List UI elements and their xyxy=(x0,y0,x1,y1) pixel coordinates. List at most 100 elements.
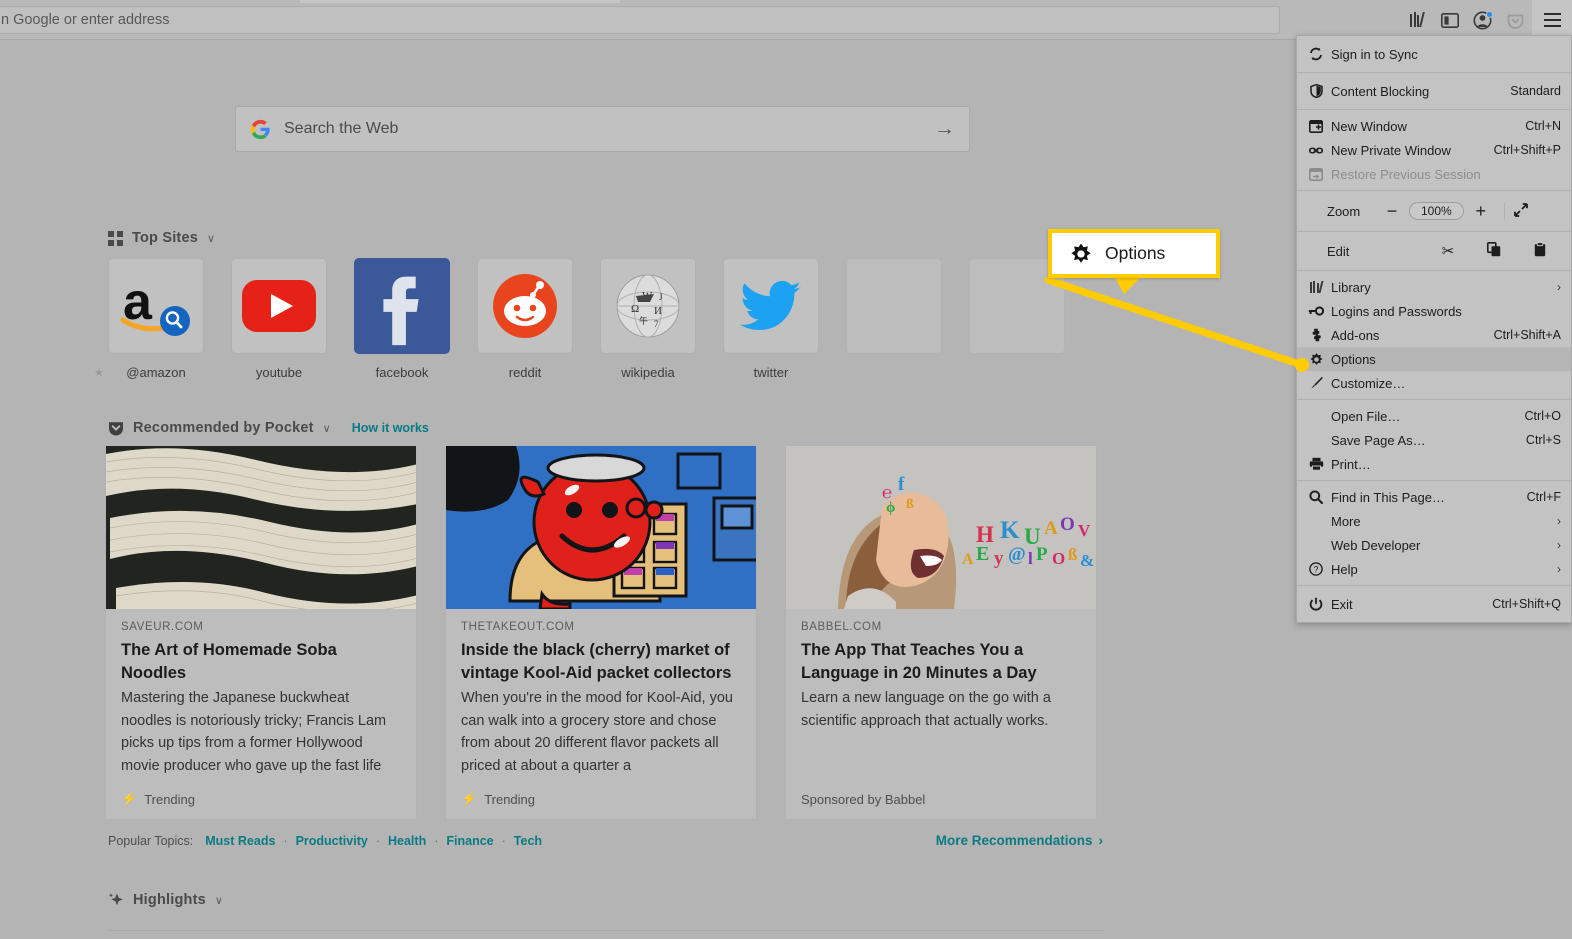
top-site-tile-empty[interactable] xyxy=(846,258,942,380)
chevron-down-icon[interactable]: ∨ xyxy=(323,422,331,435)
menu-item-options[interactable]: Options xyxy=(1297,347,1571,371)
how-it-works-link[interactable]: How it works xyxy=(352,421,429,435)
menu-item-add-ons[interactable]: Add-ons Ctrl+Shift+A xyxy=(1297,323,1571,347)
menu-item-new-private-window[interactable]: New Private Window Ctrl+Shift+P xyxy=(1297,138,1571,162)
menu-item-open-file[interactable]: Open File… Ctrl+O xyxy=(1297,404,1571,428)
pocket-card[interactable]: SAVEUR.COM The Art of Homemade Soba Nood… xyxy=(105,445,417,820)
svg-text:l: l xyxy=(1028,549,1033,568)
pocket-card-title: Inside the black (cherry) market of vint… xyxy=(461,639,741,685)
chevron-right-icon: › xyxy=(1099,833,1104,848)
menu-item-label: More xyxy=(1327,514,1549,529)
topic-link[interactable]: Tech xyxy=(514,834,542,848)
empty-tile xyxy=(846,258,942,354)
menu-item-library[interactable]: Library › xyxy=(1297,275,1571,299)
menu-item-web-developer[interactable]: Web Developer › xyxy=(1297,533,1571,557)
menu-item-customize[interactable]: Customize… xyxy=(1297,371,1571,395)
callout-label: Options xyxy=(1105,243,1165,264)
pocket-card-domain: SAVEUR.COM xyxy=(121,621,401,633)
top-site-tile[interactable]: reddit xyxy=(477,258,573,380)
hamburger-icon[interactable] xyxy=(1532,0,1572,40)
top-site-tile[interactable]: W Ω И J 午 7 wikipedia xyxy=(600,258,696,380)
sidebar-icon[interactable] xyxy=(1433,5,1466,35)
firefox-app-menu: Sign in to Sync Content Blocking Standar… xyxy=(1296,35,1572,623)
address-bar[interactable]: n Google or enter address xyxy=(0,6,1280,34)
menu-item-find-in-this-page[interactable]: Find in This Page… Ctrl+F xyxy=(1297,485,1571,509)
topsites-title: Top Sites xyxy=(132,230,198,246)
clipboard-icon[interactable] xyxy=(1517,242,1563,261)
pocket-title: Recommended by Pocket xyxy=(133,420,314,436)
grid-icon xyxy=(108,231,123,246)
zoom-in-button[interactable]: + xyxy=(1464,201,1498,222)
pocket-card-body: SAVEUR.COM The Art of Homemade Soba Nood… xyxy=(106,609,416,791)
library-icon[interactable] xyxy=(1400,5,1433,35)
menu-item-accel: Ctrl+Shift+P xyxy=(1494,143,1561,157)
zoom-out-button[interactable]: − xyxy=(1375,201,1409,222)
tab-strip xyxy=(300,0,620,3)
chevron-down-icon[interactable]: ∨ xyxy=(207,232,215,245)
svg-text:?: ? xyxy=(1313,564,1318,574)
pocket-card-footer: ⚡ Trending xyxy=(106,791,416,819)
pocket-glyph xyxy=(1507,12,1524,29)
chevron-down-icon[interactable]: ∨ xyxy=(215,894,223,907)
hamburger-glyph xyxy=(1544,13,1561,27)
more-recommendations-link[interactable]: More Recommendations › xyxy=(936,833,1103,848)
newtab-page: Search the Web → Top Sites ∨ a ★ @amazon xyxy=(0,40,1290,939)
bolt-icon: ⚡ xyxy=(461,791,477,807)
svg-text:V: V xyxy=(1078,521,1091,540)
menu-item-exit[interactable]: Exit Ctrl+Shift+Q xyxy=(1297,590,1571,618)
kool-aid-man-illustration xyxy=(446,446,756,609)
topic-separator: · xyxy=(283,834,287,848)
popular-topics-row: Popular Topics: Must Reads · Productivit… xyxy=(108,833,1103,848)
menu-separator xyxy=(1297,190,1571,191)
pocket-card-footer: ⚡ Trending xyxy=(446,791,756,819)
fullscreen-icon[interactable] xyxy=(1504,203,1538,220)
content-blocking-value: Standard xyxy=(1510,84,1561,98)
top-site-label: twitter xyxy=(723,365,819,380)
zoom-level-value[interactable]: 100% xyxy=(1409,202,1464,220)
top-site-tile[interactable]: twitter xyxy=(723,258,819,380)
pocket-card[interactable]: THETAKEOUT.COM Inside the black (cherry)… xyxy=(445,445,757,820)
gear-icon xyxy=(1305,352,1327,367)
pocket-card[interactable]: ℮ f ϕ ß H K U A O V A E y @ l xyxy=(785,445,1097,820)
pocket-card-footer-label: Trending xyxy=(484,792,535,807)
pocket-card-footer-label: Trending xyxy=(144,792,195,807)
topic-link[interactable]: Productivity xyxy=(296,834,368,848)
private-mask-icon xyxy=(1305,146,1327,155)
menu-item-label: Logins and Passwords xyxy=(1327,304,1561,319)
reddit-icon xyxy=(477,258,573,354)
pocket-card-body: BABBEL.COM The App That Teaches You a La… xyxy=(786,609,1096,792)
menu-item-save-page-as[interactable]: Save Page As… Ctrl+S xyxy=(1297,428,1571,452)
pocket-icon[interactable] xyxy=(1499,5,1532,35)
search-submit-icon[interactable]: → xyxy=(934,117,955,141)
search-icon xyxy=(1305,490,1327,504)
menu-item-new-window[interactable]: New Window Ctrl+N xyxy=(1297,114,1571,138)
menu-item-content-blocking[interactable]: Content Blocking Standard xyxy=(1297,77,1571,105)
highlights-header[interactable]: Highlights ∨ xyxy=(108,892,223,908)
account-icon[interactable] xyxy=(1466,5,1499,35)
menu-item-sign-in-to-sync[interactable]: Sign in to Sync xyxy=(1297,40,1571,68)
top-site-tile[interactable]: facebook xyxy=(354,258,450,380)
svg-text:E: E xyxy=(976,543,989,565)
top-site-tile[interactable]: youtube xyxy=(231,258,327,380)
scissors-icon[interactable]: ✂ xyxy=(1425,242,1471,260)
chevron-right-icon: › xyxy=(1557,280,1561,294)
topic-link[interactable]: Health xyxy=(388,834,426,848)
menu-item-label: Print… xyxy=(1327,457,1561,472)
menu-item-label: Options xyxy=(1327,352,1561,367)
top-site-tile[interactable]: a ★ @amazon xyxy=(108,258,204,380)
pocket-card-domain: BABBEL.COM xyxy=(801,621,1081,633)
copy-icon[interactable] xyxy=(1471,242,1517,261)
zoom-controls-row: Zoom − 100% + xyxy=(1297,195,1571,227)
menu-item-print[interactable]: Print… xyxy=(1297,452,1571,476)
topic-link[interactable]: Finance xyxy=(446,834,493,848)
search-input[interactable]: Search the Web → xyxy=(235,106,970,152)
menu-item-label: Help xyxy=(1327,562,1549,577)
topsites-header[interactable]: Top Sites ∨ xyxy=(108,230,215,246)
menu-item-help[interactable]: ? Help › xyxy=(1297,557,1571,581)
menu-item-more[interactable]: More › xyxy=(1297,509,1571,533)
menu-item-logins-and-passwords[interactable]: Logins and Passwords xyxy=(1297,299,1571,323)
menu-item-restore-previous-session[interactable]: Restore Previous Session xyxy=(1297,162,1571,186)
topic-link[interactable]: Must Reads xyxy=(205,834,275,848)
chevron-right-icon: › xyxy=(1557,538,1561,552)
menu-item-label: Web Developer xyxy=(1327,538,1549,553)
